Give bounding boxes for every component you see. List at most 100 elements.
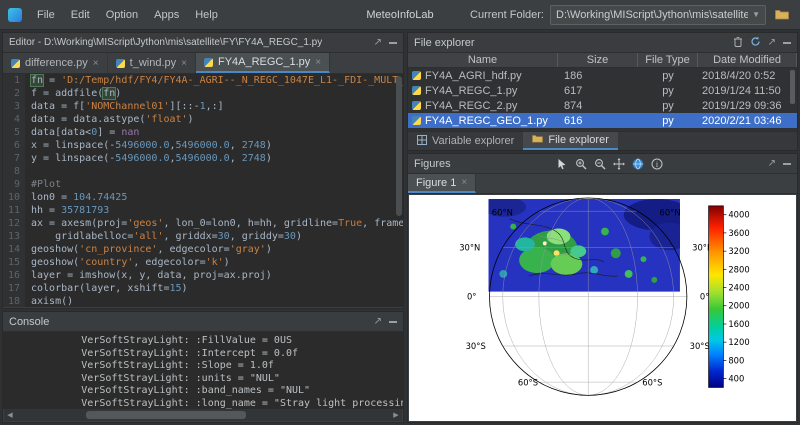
code-line: 3data = f['NOMChannel01'][::-1,:] xyxy=(3,100,403,113)
editor-panel-header: Editor - D:\Working\MIScript\Jython\mis\… xyxy=(3,33,403,53)
editor-tabbar: difference.py×t_wind.py×FY4A_REGC_1.py× xyxy=(3,53,403,74)
chevron-down-icon[interactable]: ▼ xyxy=(752,10,760,19)
tab-variable-explorer[interactable]: Variable explorer xyxy=(408,132,523,150)
scroll-right-icon[interactable]: ▶ xyxy=(390,411,402,419)
close-tab-icon[interactable]: × xyxy=(181,58,187,69)
svg-text:800: 800 xyxy=(728,355,744,365)
tab-file-explorer[interactable]: File explorer xyxy=(523,132,618,150)
float-icon[interactable]: ↗ xyxy=(768,38,776,48)
full-extent-icon[interactable] xyxy=(631,157,644,170)
app-logo-icon xyxy=(8,8,22,22)
close-tab-icon[interactable]: × xyxy=(315,57,321,68)
file-name-cell: FY4A_REGC_1.py xyxy=(408,85,558,97)
file-row[interactable]: FY4A_REGC_GEO_1.py616py2020/2/21 03:46 xyxy=(408,113,797,128)
code-line: 17colorbar(layer, xshift=15) xyxy=(3,282,403,295)
svg-text:3200: 3200 xyxy=(728,246,749,256)
file-type-cell: py xyxy=(638,85,698,97)
float-icon[interactable]: ↗ xyxy=(768,159,776,169)
file-explorer-panel: File explorer ↗ NameSizeFile TypeDate Mo… xyxy=(407,32,798,151)
column-header-date-modified[interactable]: Date Modified xyxy=(698,53,797,67)
menu-option[interactable]: Option xyxy=(99,6,145,24)
python-file-icon xyxy=(412,116,421,125)
line-number: 4 xyxy=(3,113,25,126)
svg-text:i: i xyxy=(656,159,659,168)
trash-icon[interactable] xyxy=(733,36,743,50)
svg-text:2800: 2800 xyxy=(728,264,749,274)
code-line: 10lon0 = 104.74425 xyxy=(3,191,403,204)
colorbar-labels: 4000 3600 3200 2800 2400 2000 1600 1200 … xyxy=(728,210,749,384)
code-line: 15geoshow('country', edgecolor='k') xyxy=(3,256,403,269)
editor-tab[interactable]: difference.py× xyxy=(3,53,108,73)
editor-scrollbar[interactable] xyxy=(395,74,403,307)
map-figure[interactable]: 60°N 60°N 30°N 30°N 0° 0° 30°S 30°S 60°S… xyxy=(409,195,796,421)
menu-apps[interactable]: Apps xyxy=(147,6,186,24)
file-name-cell: FY4A_REGC_2.py xyxy=(408,100,558,112)
svg-text:60°N: 60°N xyxy=(660,208,681,218)
file-type-cell: py xyxy=(638,70,698,82)
line-number: 16 xyxy=(3,269,25,282)
close-tab-icon[interactable]: × xyxy=(461,177,467,188)
line-number: 9 xyxy=(3,178,25,191)
figure-tabbar: Figure 1 × xyxy=(408,174,797,194)
current-folder-combobox[interactable]: D:\Working\MIScript\Jython\mis\satellite… xyxy=(550,5,766,25)
editor-tab[interactable]: t_wind.py× xyxy=(108,53,196,73)
svg-text:2400: 2400 xyxy=(728,283,749,293)
close-tab-icon[interactable]: × xyxy=(93,58,99,69)
float-icon[interactable]: ↗ xyxy=(374,38,382,48)
file-date-cell: 2018/4/20 0:52 xyxy=(698,70,797,82)
python-file-icon xyxy=(412,86,421,95)
file-row[interactable]: FY4A_REGC_2.py874py2019/1/29 09:36 xyxy=(408,98,797,113)
code-line: 4data = data.astype('float') xyxy=(3,113,403,126)
scrollbar-track[interactable] xyxy=(16,409,390,421)
file-row[interactable]: FY4A_AGRI_hdf.py186py2018/4/20 0:52 xyxy=(408,68,797,83)
folder-icon xyxy=(775,9,789,20)
pan-icon[interactable] xyxy=(612,157,625,170)
zoom-in-icon[interactable] xyxy=(574,157,587,170)
minimize-icon[interactable] xyxy=(783,163,791,165)
figures-panel-header: Figures i ↗ xyxy=(408,154,797,174)
python-file-icon xyxy=(116,59,125,68)
identify-icon[interactable]: i xyxy=(650,157,663,170)
console-line: VerSoftStrayLight: :Intercept = 0.0f xyxy=(3,348,403,361)
line-number: 7 xyxy=(3,152,25,165)
refresh-icon[interactable] xyxy=(750,36,761,50)
column-header-file-type[interactable]: File Type xyxy=(638,53,698,67)
line-number: 14 xyxy=(3,243,25,256)
menu-file[interactable]: File xyxy=(30,6,62,24)
minimize-icon[interactable] xyxy=(389,42,397,44)
scroll-left-icon[interactable]: ◀ xyxy=(4,411,16,419)
console-hscrollbar[interactable]: ◀ ▶ xyxy=(4,409,402,421)
zoom-out-icon[interactable] xyxy=(593,157,606,170)
menu-help[interactable]: Help xyxy=(188,6,225,24)
scrollbar-thumb[interactable] xyxy=(790,70,795,104)
scrollbar-thumb[interactable] xyxy=(86,411,246,419)
console-line: VerSoftStrayLight: :Slope = 1.0f xyxy=(3,360,403,373)
scrollbar-thumb[interactable] xyxy=(396,76,402,216)
figure-tab[interactable]: Figure 1 × xyxy=(408,174,476,193)
file-type-cell: py xyxy=(638,100,698,112)
code-editor[interactable]: 1fn = 'D:/Temp/hdf/FY4/FY4A-_AGRI--_N_RE… xyxy=(3,74,403,307)
console-line: VerSoftStrayLight: :FillValue = 0US xyxy=(3,335,403,348)
file-name-cell: FY4A_AGRI_hdf.py xyxy=(408,70,558,82)
line-number: 12 xyxy=(3,217,25,230)
column-header-name[interactable]: Name xyxy=(408,53,558,67)
menu-edit[interactable]: Edit xyxy=(64,6,97,24)
float-icon[interactable]: ↗ xyxy=(374,317,382,327)
file-row[interactable]: FY4A_REGC_1.py617py2019/1/24 11:50 xyxy=(408,83,797,98)
console-panel-header: Console ↗ xyxy=(3,312,403,332)
minimize-icon[interactable] xyxy=(783,42,791,44)
code-line: 12ax = axesm(proj='geos', lon_0=lon0, h=… xyxy=(3,217,403,230)
file-table-scrollbar[interactable] xyxy=(789,69,796,131)
minimize-icon[interactable] xyxy=(389,321,397,323)
open-folder-button[interactable] xyxy=(772,5,792,25)
column-header-size[interactable]: Size xyxy=(558,53,638,67)
editor-tab[interactable]: FY4A_REGC_1.py× xyxy=(196,53,330,73)
file-table-header: NameSizeFile TypeDate Modified xyxy=(408,53,797,68)
console-line: VerSoftStrayLight: :long_name = "Stray l… xyxy=(3,398,403,410)
console-output[interactable]: VerSoftStrayLight: :FillValue = 0US VerS… xyxy=(3,332,403,409)
current-folder-value: D:\Working\MIScript\Jython\mis\satellite… xyxy=(556,9,748,21)
code-line: 14geoshow('cn_province', edgecolor='gray… xyxy=(3,243,403,256)
file-type-cell: py xyxy=(638,115,698,127)
select-icon[interactable] xyxy=(555,157,568,170)
file-size-cell: 616 xyxy=(558,115,638,127)
